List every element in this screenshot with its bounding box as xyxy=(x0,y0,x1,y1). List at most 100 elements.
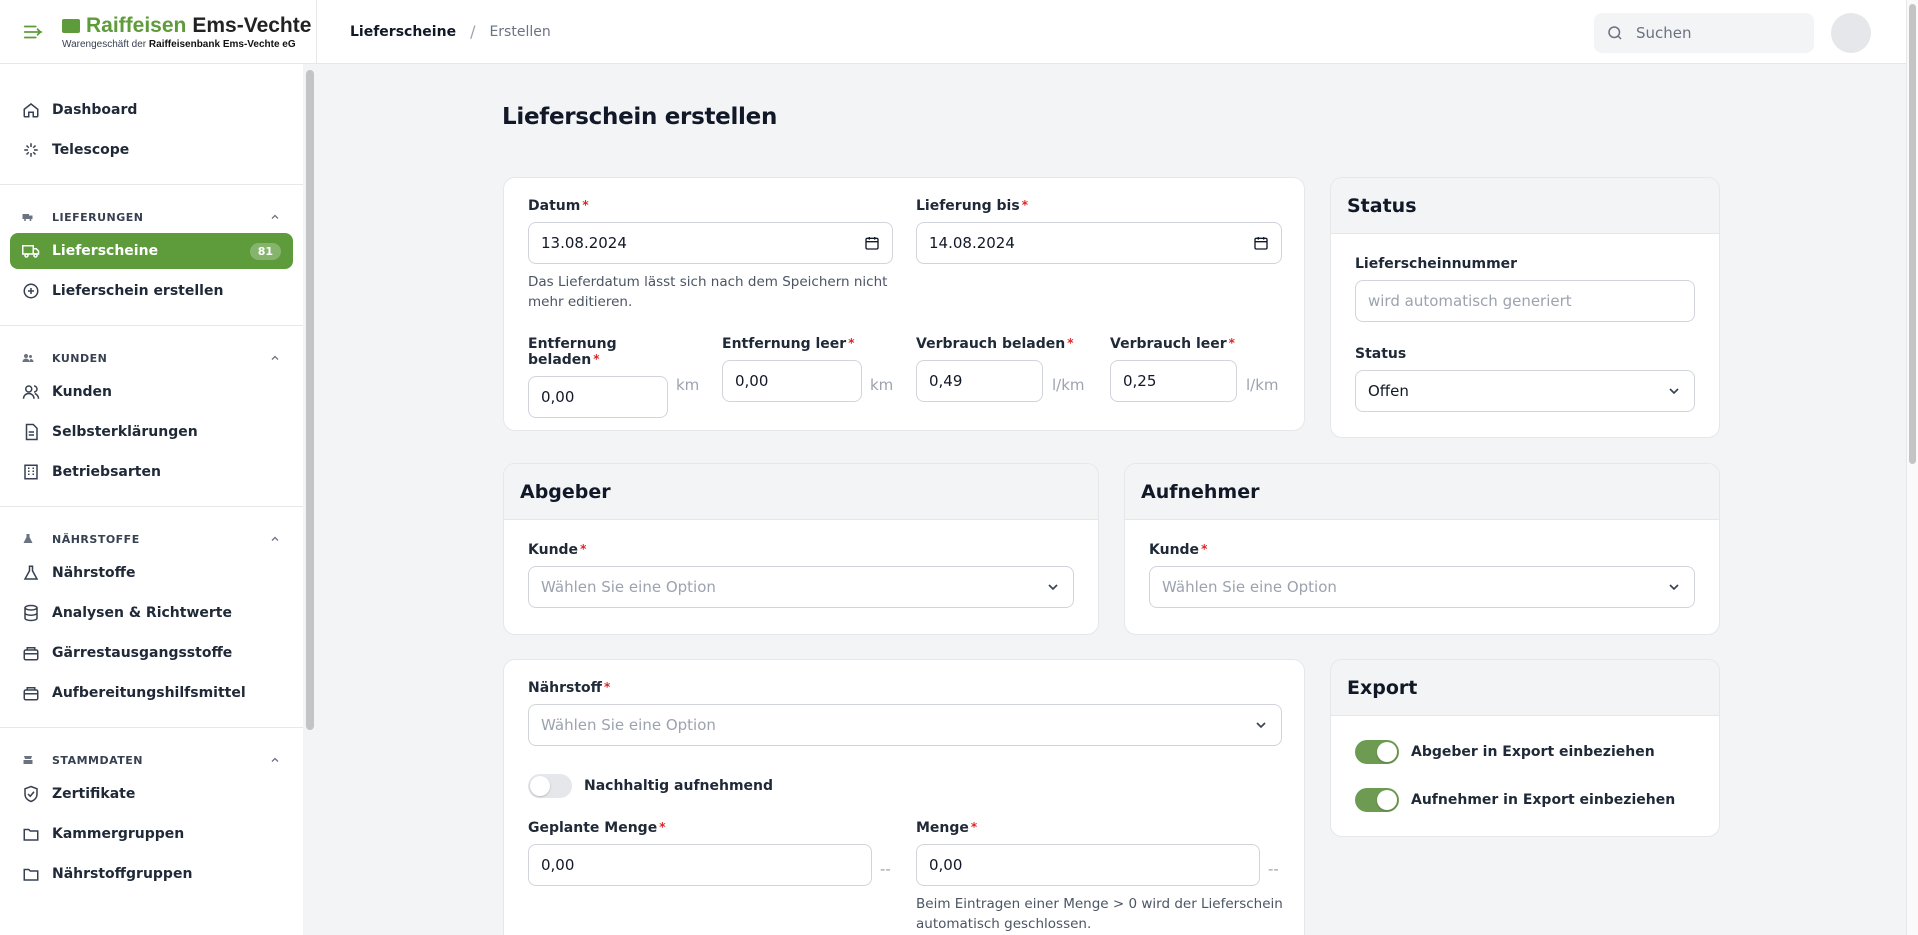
entfernung-leer-value: 0,00 xyxy=(735,372,769,390)
entfernung-leer-input[interactable]: 0,00 xyxy=(722,360,862,402)
lieferscheinnummer-input[interactable]: wird automatisch generiert xyxy=(1355,280,1695,322)
collapse-sidebar-icon[interactable] xyxy=(22,21,44,43)
chevron-down-icon xyxy=(1256,722,1266,729)
group-title: STAMMDATEN xyxy=(52,753,143,767)
sidebar-item-gaerrestausgangsstoffe[interactable]: Gärrestausgangsstoffe xyxy=(10,635,293,671)
sidebar-item-lieferschein-erstellen[interactable]: Lieferschein erstellen xyxy=(10,273,293,309)
brand-subline: Warengeschäft der Raiffeisenbank Ems-Vec… xyxy=(62,39,311,50)
search-input[interactable]: Suchen xyxy=(1594,13,1814,53)
truck-icon xyxy=(22,214,33,221)
lieferscheinnummer-placeholder: wird automatisch generiert xyxy=(1368,292,1572,310)
delivery-details-card: Datum * 13.08.2024 Das Lieferdatum lässt … xyxy=(503,177,1305,431)
sidebar-item-aufbereitungshilfsmittel[interactable]: Aufbereitungshilfsmittel xyxy=(10,675,293,711)
group-header-naehrstoffe[interactable]: NÄHRSTOFFE xyxy=(10,527,293,551)
divider xyxy=(0,506,303,507)
brand-name-green: Raiffeisen xyxy=(86,13,187,37)
unit-km: km xyxy=(870,376,894,394)
sidebar-item-zertifikate[interactable]: Zertifikate xyxy=(10,776,293,812)
aufnehmer-kunde-select[interactable]: Wählen Sie eine Option xyxy=(1149,566,1695,608)
verbrauch-beladen-field: Verbrauch beladen * 0,49 xyxy=(916,336,1073,402)
aufnehmer-kunde-field: Kunde * Wählen Sie eine Option xyxy=(1149,542,1695,608)
datum-value: 13.08.2024 xyxy=(541,234,627,252)
export-card: Export Abgeber in Export einbeziehen Auf… xyxy=(1330,659,1720,837)
datum-label: Datum * xyxy=(528,198,589,214)
sidebar-item-naehrstoffgruppen[interactable]: Nährstoffgruppen xyxy=(10,856,293,892)
export-aufnehmer-toggle[interactable] xyxy=(1355,788,1399,812)
entfernung-leer-field: Entfernung leer * 0,00 xyxy=(722,336,862,402)
divider xyxy=(0,325,303,326)
nachhaltig-label: Nachhaltig aufnehmend xyxy=(584,778,774,794)
sidebar-item-kammergruppen[interactable]: Kammergruppen xyxy=(10,816,293,852)
page-scrollbar-thumb[interactable] xyxy=(1909,4,1916,464)
sidebar-item-dashboard[interactable]: Dashboard xyxy=(10,92,293,128)
sidebar-item-label: Nährstoffgruppen xyxy=(52,866,193,882)
sidebar-item-naehrstoffe[interactable]: Nährstoffe xyxy=(10,555,293,591)
shield-check-icon xyxy=(24,785,38,803)
unit-km: km xyxy=(676,376,700,394)
status-value: Offen xyxy=(1368,382,1409,400)
entfernung-leer-label: Entfernung leer * xyxy=(722,336,855,352)
unit-l-per-km: l/km xyxy=(1052,376,1085,394)
verbrauch-leer-input[interactable]: 0,25 xyxy=(1110,360,1237,402)
aufnehmer-kunde-placeholder: Wählen Sie eine Option xyxy=(1162,578,1337,596)
entfernung-beladen-input[interactable]: 0,00 xyxy=(528,376,668,418)
sidebar-item-label: Kammergruppen xyxy=(52,826,185,842)
sidebar-item-label: Zertifikate xyxy=(52,786,136,802)
status-select[interactable]: Offen xyxy=(1355,370,1695,412)
export-abgeber-label: Abgeber in Export einbeziehen xyxy=(1411,744,1655,760)
box-icon xyxy=(23,647,39,661)
lieferung-bis-input[interactable]: 14.08.2024 xyxy=(916,222,1282,264)
datum-input[interactable]: 13.08.2024 xyxy=(528,222,893,264)
geplante-menge-field: Geplante Menge * 0,00 xyxy=(528,820,872,886)
toggle-knob xyxy=(1377,790,1397,810)
export-abgeber-toggle[interactable] xyxy=(1355,740,1399,764)
unit-l-per-km: l/km xyxy=(1246,376,1279,394)
geplante-menge-input[interactable]: 0,00 xyxy=(528,844,872,886)
users-icon xyxy=(22,354,34,362)
breadcrumb-lieferscheine[interactable]: Lieferscheine xyxy=(350,24,456,40)
divider xyxy=(0,727,303,728)
sidebar-nav: Dashboard Telescope LIEFERUNGEN Liefersc… xyxy=(0,64,303,935)
sidebar-item-lieferscheine[interactable]: Lieferscheine 81 xyxy=(10,233,293,269)
verbrauch-beladen-input[interactable]: 0,49 xyxy=(916,360,1043,402)
group-header-kunden[interactable]: KUNDEN xyxy=(10,346,293,370)
truck-icon xyxy=(22,245,40,258)
sidebar-item-telescope[interactable]: Telescope xyxy=(10,132,293,168)
group-header-lieferungen[interactable]: LIEFERUNGEN xyxy=(10,205,293,229)
group-header-stammdaten[interactable]: STAMMDATEN xyxy=(10,748,293,772)
toggle-knob xyxy=(1377,742,1397,762)
sidebar-item-label: Lieferscheine xyxy=(52,243,159,259)
nachhaltig-toggle[interactable] xyxy=(528,774,572,798)
sidebar-item-label: Nährstoffe xyxy=(52,565,136,581)
breadcrumb-separator: / xyxy=(470,22,476,41)
sidebar-item-selbsterklaerungen[interactable]: Selbsterklärungen xyxy=(10,414,293,450)
abgeber-kunde-select[interactable]: Wählen Sie eine Option xyxy=(528,566,1074,608)
sidebar-item-label: Analysen & Richtwerte xyxy=(52,605,232,621)
menge-input[interactable]: 0,00 xyxy=(916,844,1260,886)
group-title: NÄHRSTOFFE xyxy=(52,532,140,546)
naehrstoff-select[interactable]: Wählen Sie eine Option xyxy=(528,704,1282,746)
lieferung-bis-value: 14.08.2024 xyxy=(929,234,1015,252)
aufnehmer-card-title: Aufnehmer xyxy=(1125,464,1719,520)
home-icon xyxy=(23,103,39,118)
sidebar-item-betriebsarten[interactable]: Betriebsarten xyxy=(10,454,293,490)
database-icon xyxy=(24,604,38,622)
page-scrollbar[interactable] xyxy=(1906,0,1918,935)
calendar-icon[interactable] xyxy=(1253,235,1269,251)
geplante-menge-label: Geplante Menge * xyxy=(528,820,666,836)
calendar-icon[interactable] xyxy=(864,235,880,251)
chevron-up-icon xyxy=(271,214,279,219)
brand-sub-prefix: Warengeschäft der xyxy=(62,38,147,50)
geplante-menge-value: 0,00 xyxy=(541,856,575,874)
lieferscheinnummer-field: Lieferscheinnummer wird automatisch gene… xyxy=(1355,256,1695,322)
avatar[interactable] xyxy=(1831,13,1871,53)
brand-logo[interactable]: Raiffeisen Ems-Vechte Warengeschäft der … xyxy=(62,14,311,50)
brand-bar: Raiffeisen Ems-Vechte Warengeschäft der … xyxy=(0,0,316,64)
sidebar-item-analysen[interactable]: Analysen & Richtwerte xyxy=(10,595,293,631)
sidebar-item-kunden[interactable]: Kunden xyxy=(10,374,293,410)
flask-icon xyxy=(23,565,39,580)
sidebar-item-label: Lieferschein erstellen xyxy=(52,283,224,299)
sidebar-scrollbar[interactable] xyxy=(303,64,317,935)
nachhaltig-toggle-row: Nachhaltig aufnehmend xyxy=(528,774,773,798)
sidebar-scrollbar-thumb[interactable] xyxy=(306,70,314,730)
